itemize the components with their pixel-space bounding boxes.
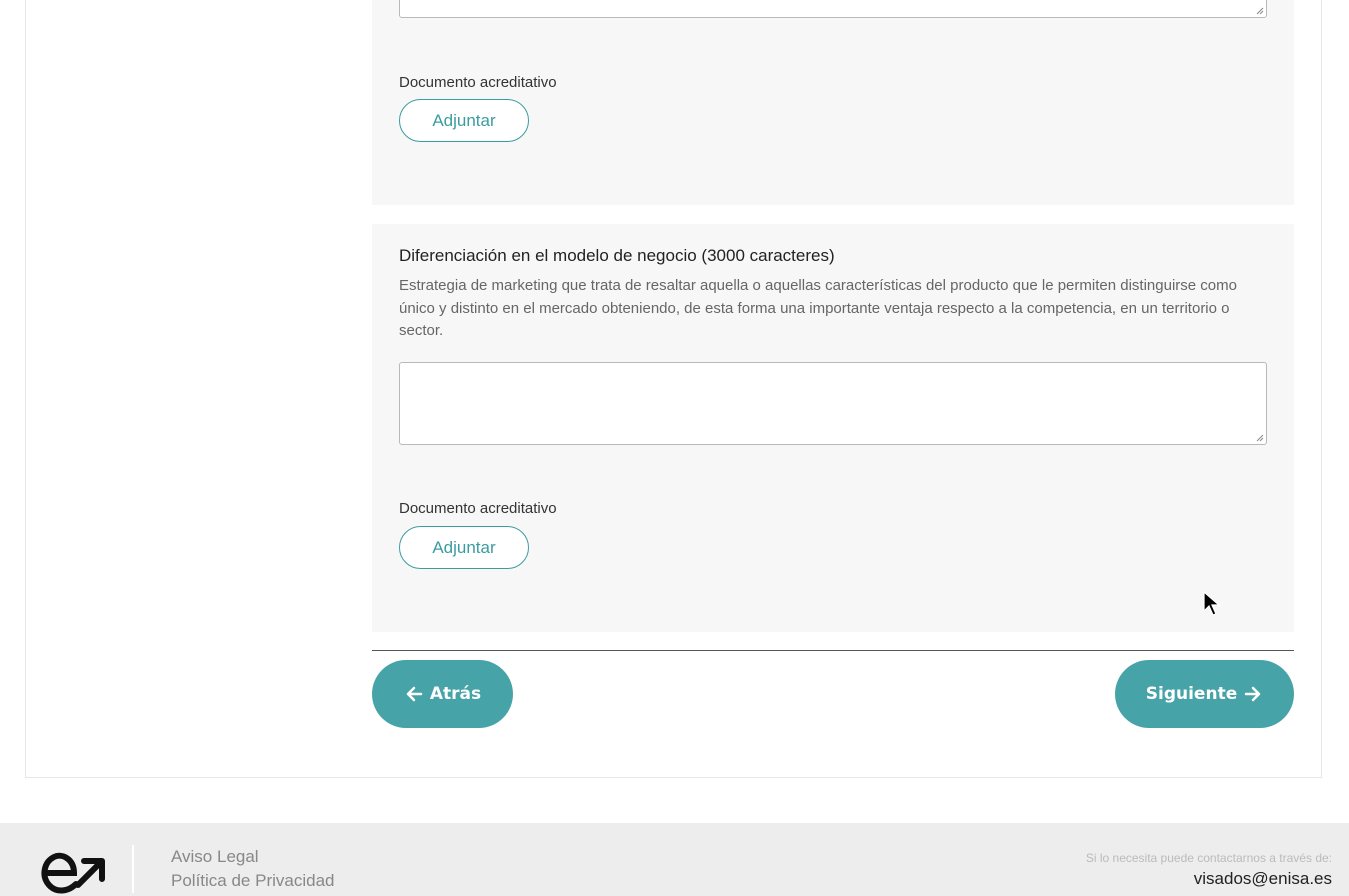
enisa-logo[interactable] bbox=[40, 849, 116, 895]
arrow-left-icon bbox=[406, 686, 423, 702]
aviso-legal-link[interactable]: Aviso Legal bbox=[171, 847, 259, 867]
field-description: Estrategia de marketing que trata de res… bbox=[399, 277, 1237, 339]
arrow-right-icon bbox=[1244, 686, 1261, 702]
back-label: Atrás bbox=[429, 684, 482, 704]
divider bbox=[372, 650, 1294, 651]
attach-button[interactable]: Adjuntar bbox=[399, 526, 529, 569]
mouse-cursor-icon bbox=[1203, 591, 1221, 616]
back-button[interactable]: Atrás bbox=[372, 660, 513, 728]
attach-button[interactable]: Adjuntar bbox=[399, 99, 529, 142]
contact-email-link[interactable]: visados@enisa.es bbox=[1194, 869, 1332, 889]
next-label: Siguiente bbox=[1145, 684, 1238, 704]
diferenciacion-textarea[interactable] bbox=[399, 362, 1267, 445]
resize-grip-icon[interactable] bbox=[1255, 433, 1264, 442]
footer: Aviso Legal Política de Privacidad Si lo… bbox=[0, 823, 1349, 896]
resize-grip-icon[interactable] bbox=[1255, 6, 1264, 15]
contact-note: Si lo necesita puede contactarnos a trav… bbox=[1085, 851, 1332, 865]
field-title: Diferenciación en el modelo de negocio (… bbox=[399, 246, 835, 265]
doc-label: Documento acreditativo bbox=[399, 500, 557, 517]
next-button[interactable]: Siguiente bbox=[1115, 660, 1294, 728]
footer-separator bbox=[132, 845, 134, 893]
previous-field-textarea[interactable] bbox=[399, 0, 1267, 18]
section-diferenciacion: Diferenciación en el modelo de negocio (… bbox=[372, 224, 1294, 632]
doc-label: Documento acreditativo bbox=[399, 74, 557, 91]
privacy-policy-link[interactable]: Política de Privacidad bbox=[171, 871, 334, 891]
section-previous-field: Documento acreditativo Adjuntar bbox=[372, 0, 1294, 205]
